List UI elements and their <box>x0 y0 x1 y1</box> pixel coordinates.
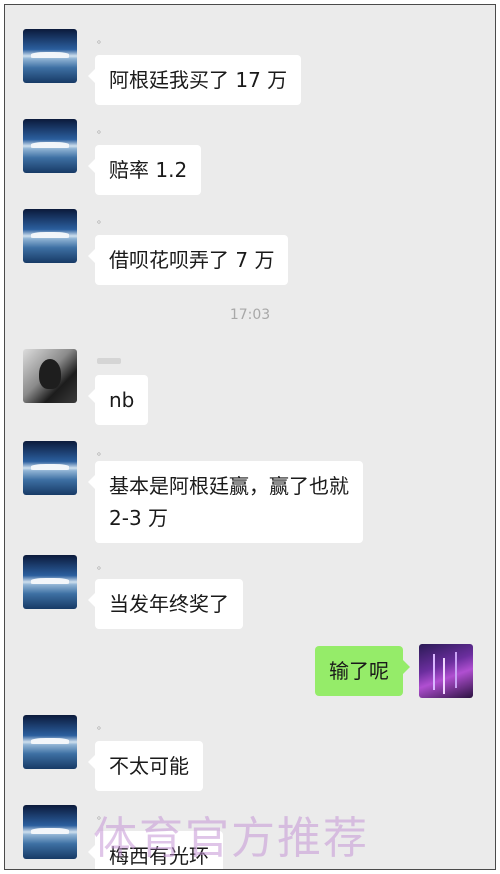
contact-avatar[interactable] <box>23 805 77 859</box>
sender-name: 。 <box>97 215 107 226</box>
sender-name: 。 <box>97 721 107 732</box>
message-bubble[interactable]: 阿根廷我买了 17 万 <box>87 55 302 105</box>
contact-avatar[interactable] <box>23 441 77 495</box>
contact-avatar[interactable] <box>23 555 77 609</box>
sender-name: 。 <box>97 35 107 46</box>
message-bubble[interactable]: 不太可能 <box>88 741 203 791</box>
watermark: 体育官方推荐 <box>93 813 369 864</box>
sender-name-redacted <box>97 358 121 364</box>
message-bubble[interactable]: 赔率 1.2 <box>87 145 202 195</box>
chat-window: 。 阿根廷我买了 17 万 。 赔率 1.2 。 借呗花呗弄了 7 万 17:0… <box>4 4 496 870</box>
message-bubble[interactable]: nb <box>87 375 149 425</box>
sender-name: 。 <box>97 125 107 136</box>
contact-avatar[interactable] <box>23 349 77 403</box>
contact-avatar[interactable] <box>23 715 77 769</box>
my-message-bubble[interactable]: 输了呢 <box>315 646 410 696</box>
message-bubble[interactable]: 当发年终奖了 <box>88 579 243 629</box>
contact-avatar[interactable] <box>23 119 77 173</box>
contact-avatar[interactable] <box>23 29 77 83</box>
message-bubble[interactable]: 基本是阿根廷赢，赢了也就 2-3 万 <box>88 461 363 543</box>
contact-avatar[interactable] <box>23 209 77 263</box>
sender-name: 。 <box>97 561 107 572</box>
my-avatar[interactable] <box>419 644 473 698</box>
message-bubble[interactable]: 借呗花呗弄了 7 万 <box>87 235 289 285</box>
sender-name: 。 <box>97 447 107 458</box>
timestamp: 17:03 <box>229 307 271 323</box>
